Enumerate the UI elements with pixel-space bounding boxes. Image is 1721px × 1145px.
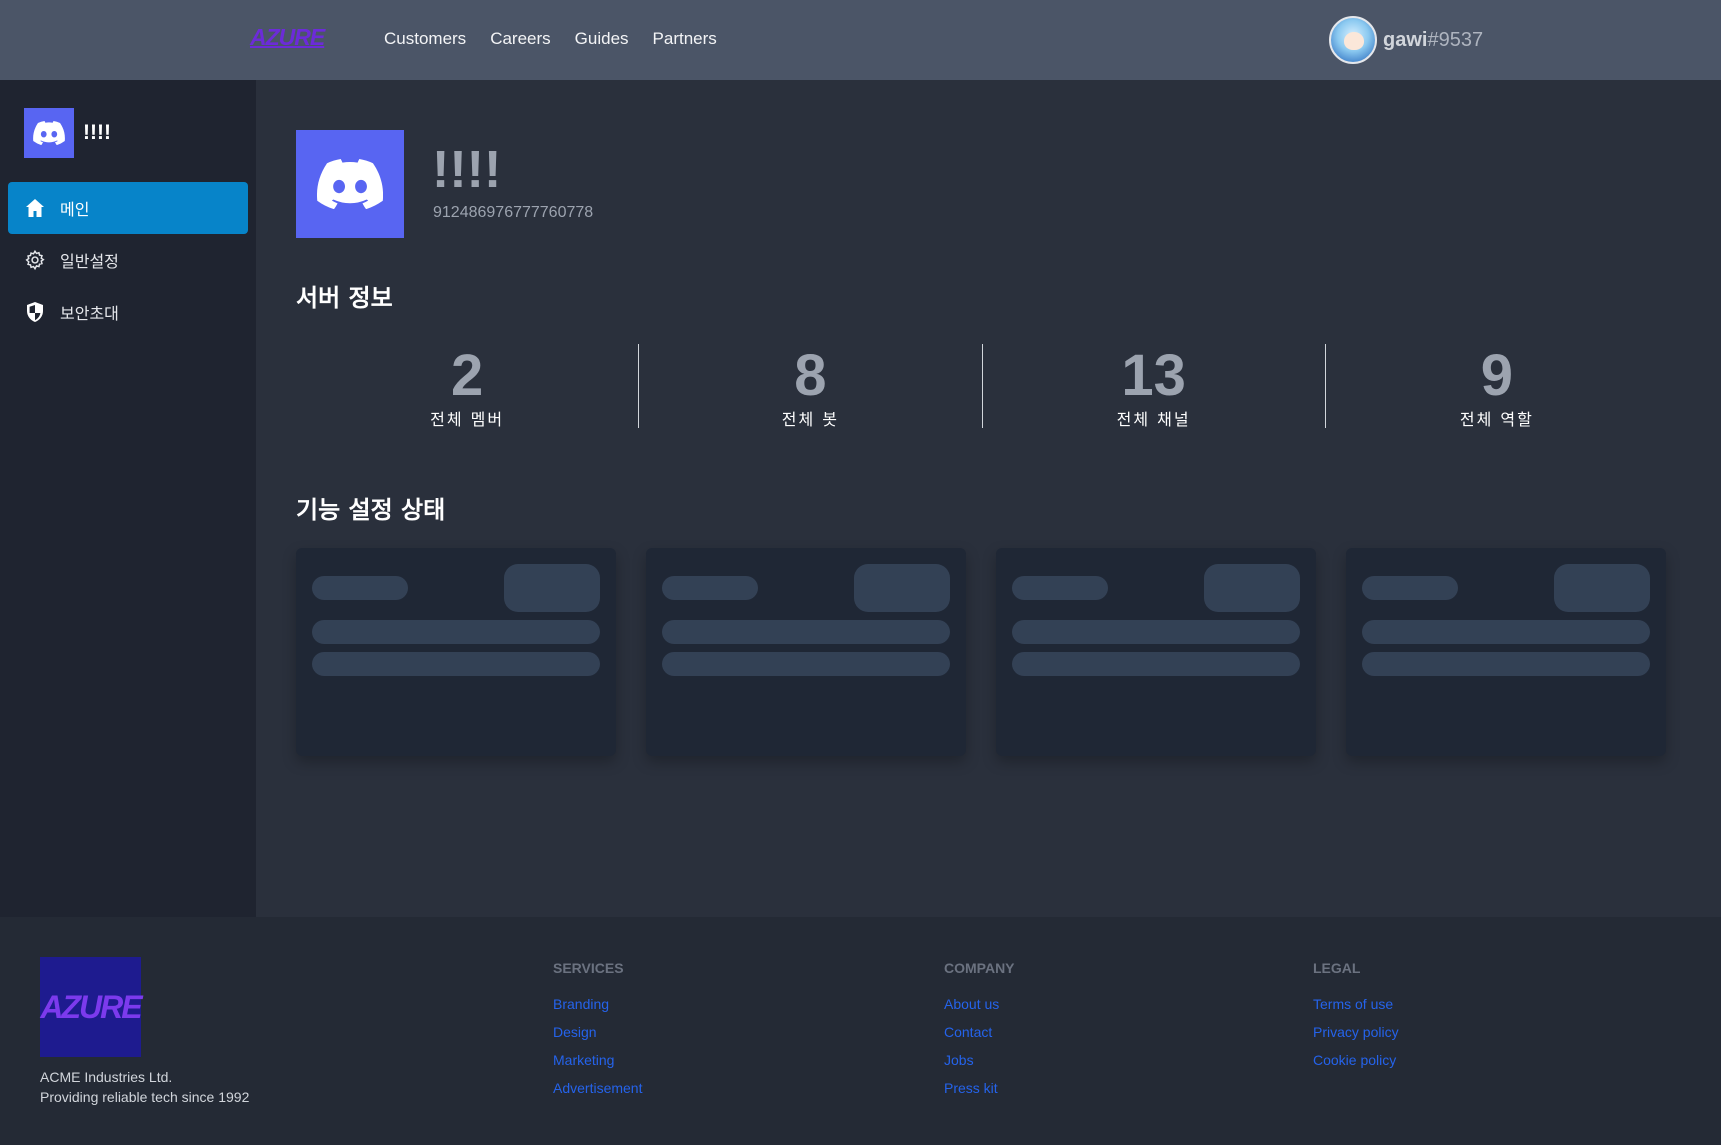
discord-icon [33, 121, 65, 145]
footer-column-title: Company [944, 960, 1015, 976]
stat-label: 전체 역할 [1459, 410, 1534, 429]
nav-link-partners[interactable]: Partners [653, 29, 717, 49]
username: gawi [1383, 28, 1428, 51]
stat-value: 9 [1480, 343, 1513, 408]
nav-link-careers[interactable]: Careers [490, 29, 550, 49]
footer-link-advertisement[interactable]: Advertisement [553, 1074, 642, 1102]
sidebar-item-security-invite[interactable]: 보안초대 [8, 286, 248, 338]
footer-column-legal: Legal Terms of use Privacy policy Cookie… [1313, 960, 1399, 1074]
footer-link-terms-of-use[interactable]: Terms of use [1313, 990, 1399, 1018]
footer-logo[interactable]: AZURE [40, 957, 143, 1057]
feature-card-skeleton [1346, 548, 1666, 756]
skeleton-title [312, 576, 408, 600]
footer-link-marketing[interactable]: Marketing [553, 1046, 642, 1074]
stat-value: 8 [794, 343, 827, 408]
skeleton-line [662, 652, 950, 676]
sidebar-item-label: 일반설정 [60, 252, 119, 271]
skeleton-line [312, 652, 600, 676]
sidebar-item-general-settings[interactable]: 일반설정 [8, 234, 248, 286]
sidebar-item-label: 보안초대 [60, 304, 119, 323]
sidebar-menu: 메인 일반설정 보안초대 [8, 182, 248, 338]
stat-members: 2 전체 멤버 [296, 343, 638, 430]
footer-company-info: ACME Industries Ltd. Providing reliable … [40, 1067, 249, 1107]
sidebar-item-main[interactable]: 메인 [8, 182, 248, 234]
nav-links: Customers Careers Guides Partners [384, 29, 717, 49]
user-tag: #9537 [1427, 28, 1484, 51]
skeleton-toggle [854, 564, 950, 612]
feature-card-skeleton [296, 548, 616, 756]
server-id: 912486976777760778 [433, 204, 594, 221]
company-name: ACME Industries Ltd. [40, 1069, 173, 1085]
home-icon [24, 197, 46, 219]
skeleton-line [1362, 620, 1650, 644]
stat-label: 전체 채널 [1116, 410, 1191, 429]
main-content: !!!! 912486976777760778 서버 정보 2 전체 멤버 8 … [256, 80, 1721, 917]
nav-link-customers[interactable]: Customers [384, 29, 466, 49]
server-title: !!!! [432, 141, 502, 199]
stat-label: 전체 봇 [781, 410, 839, 429]
stat-bots: 8 전체 봇 [638, 343, 981, 429]
server-stats: 2 전체 멤버 8 전체 봇 13 전체 채널 9 전체 역할 [296, 343, 1668, 430]
skeleton-line [1012, 652, 1300, 676]
discord-icon [317, 159, 383, 209]
skeleton-line [662, 620, 950, 644]
user-menu[interactable]: gawi #9537 [1329, 16, 1483, 64]
azure-logo[interactable]: AZURE [250, 24, 325, 54]
company-tagline: Providing reliable tech since 1992 [40, 1089, 250, 1105]
footer-link-contact[interactable]: Contact [944, 1018, 1015, 1046]
shield-icon [24, 301, 46, 323]
sidebar: !!!! 메인 일반설정 보안초대 [0, 80, 256, 917]
skeleton-toggle [504, 564, 600, 612]
feature-card-skeleton [996, 548, 1316, 756]
footer-column-title: Services [553, 960, 624, 976]
footer-link-cookie-policy[interactable]: Cookie policy [1313, 1046, 1399, 1074]
avatar[interactable] [1329, 16, 1377, 64]
skeleton-line [1362, 652, 1650, 676]
skeleton-line [312, 620, 600, 644]
skeleton-toggle [1204, 564, 1300, 612]
skeleton-title [662, 576, 758, 600]
discord-server-icon [24, 108, 74, 158]
stat-value: 13 [1121, 343, 1186, 408]
stat-value: 2 [450, 343, 484, 408]
footer-link-design[interactable]: Design [553, 1018, 642, 1046]
stat-channels: 13 전체 채널 [981, 343, 1325, 429]
footer: AZURE ACME Industries Ltd. Providing rel… [0, 917, 1721, 1145]
top-navbar: AZURE Customers Careers Guides Partners … [0, 0, 1721, 80]
skeleton-line [1012, 620, 1300, 644]
sidebar-server-header: !!!! [24, 108, 111, 158]
stat-label: 전체 멤버 [430, 410, 505, 429]
feature-cards [296, 548, 1666, 756]
footer-column-services: Services Branding Design Marketing Adver… [553, 960, 642, 1102]
skeleton-title [1012, 576, 1108, 600]
footer-link-jobs[interactable]: Jobs [944, 1046, 1015, 1074]
feature-card-skeleton [646, 548, 966, 756]
skeleton-title [1362, 576, 1458, 600]
discord-server-icon-large [296, 130, 404, 238]
footer-link-branding[interactable]: Branding [553, 990, 642, 1018]
nav-link-guides[interactable]: Guides [575, 29, 629, 49]
footer-column-company: Company About us Contact Jobs Press kit [944, 960, 1015, 1102]
gear-icon [24, 249, 46, 271]
sidebar-item-label: 메인 [60, 200, 90, 219]
feature-status-heading: 기능 설정 상태 [296, 496, 446, 524]
footer-column-title: Legal [1313, 960, 1361, 976]
footer-link-press-kit[interactable]: Press kit [944, 1074, 1015, 1102]
footer-link-privacy-policy[interactable]: Privacy policy [1313, 1018, 1399, 1046]
stat-roles: 9 전체 역할 [1324, 343, 1668, 429]
skeleton-toggle [1554, 564, 1650, 612]
sidebar-server-name: !!!! [83, 121, 111, 144]
server-info-heading: 서버 정보 [296, 284, 393, 312]
footer-link-about-us[interactable]: About us [944, 990, 1015, 1018]
